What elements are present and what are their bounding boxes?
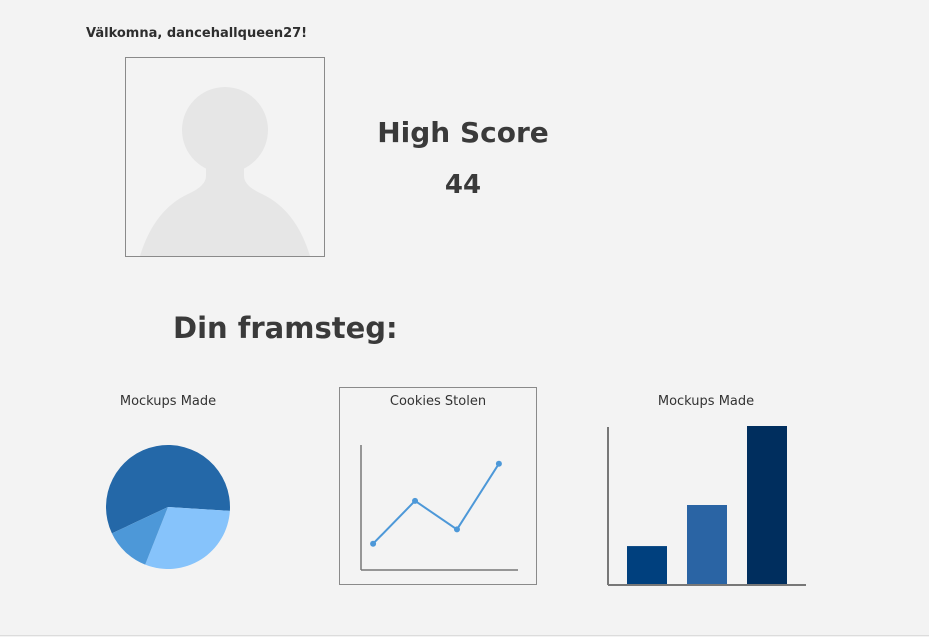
- bar: [687, 505, 727, 584]
- high-score-value: 44: [444, 170, 482, 200]
- bar: [747, 426, 787, 584]
- bar-chart: [607, 426, 806, 586]
- line-series: [372, 463, 500, 545]
- line-chart-panel: Cookies Stolen: [339, 387, 537, 585]
- pie-chart-panel: Mockups Made: [90, 390, 250, 580]
- user-silhouette-icon: [140, 87, 310, 256]
- page-divider: [0, 635, 929, 636]
- profile-avatar[interactable]: [125, 57, 325, 257]
- bar: [627, 546, 667, 584]
- line-point: [453, 526, 460, 533]
- progress-heading: Din framsteg:: [173, 311, 398, 345]
- welcome-message: Välkomna, dancehallqueen27!: [86, 26, 308, 41]
- pie-chart: [105, 444, 230, 569]
- high-score-label: High Score: [377, 116, 549, 149]
- line-point: [495, 460, 502, 467]
- line-chart: [360, 445, 518, 571]
- bar-chart-panel: Mockups Made: [600, 390, 810, 590]
- line-point: [370, 540, 377, 547]
- line-point: [412, 497, 419, 504]
